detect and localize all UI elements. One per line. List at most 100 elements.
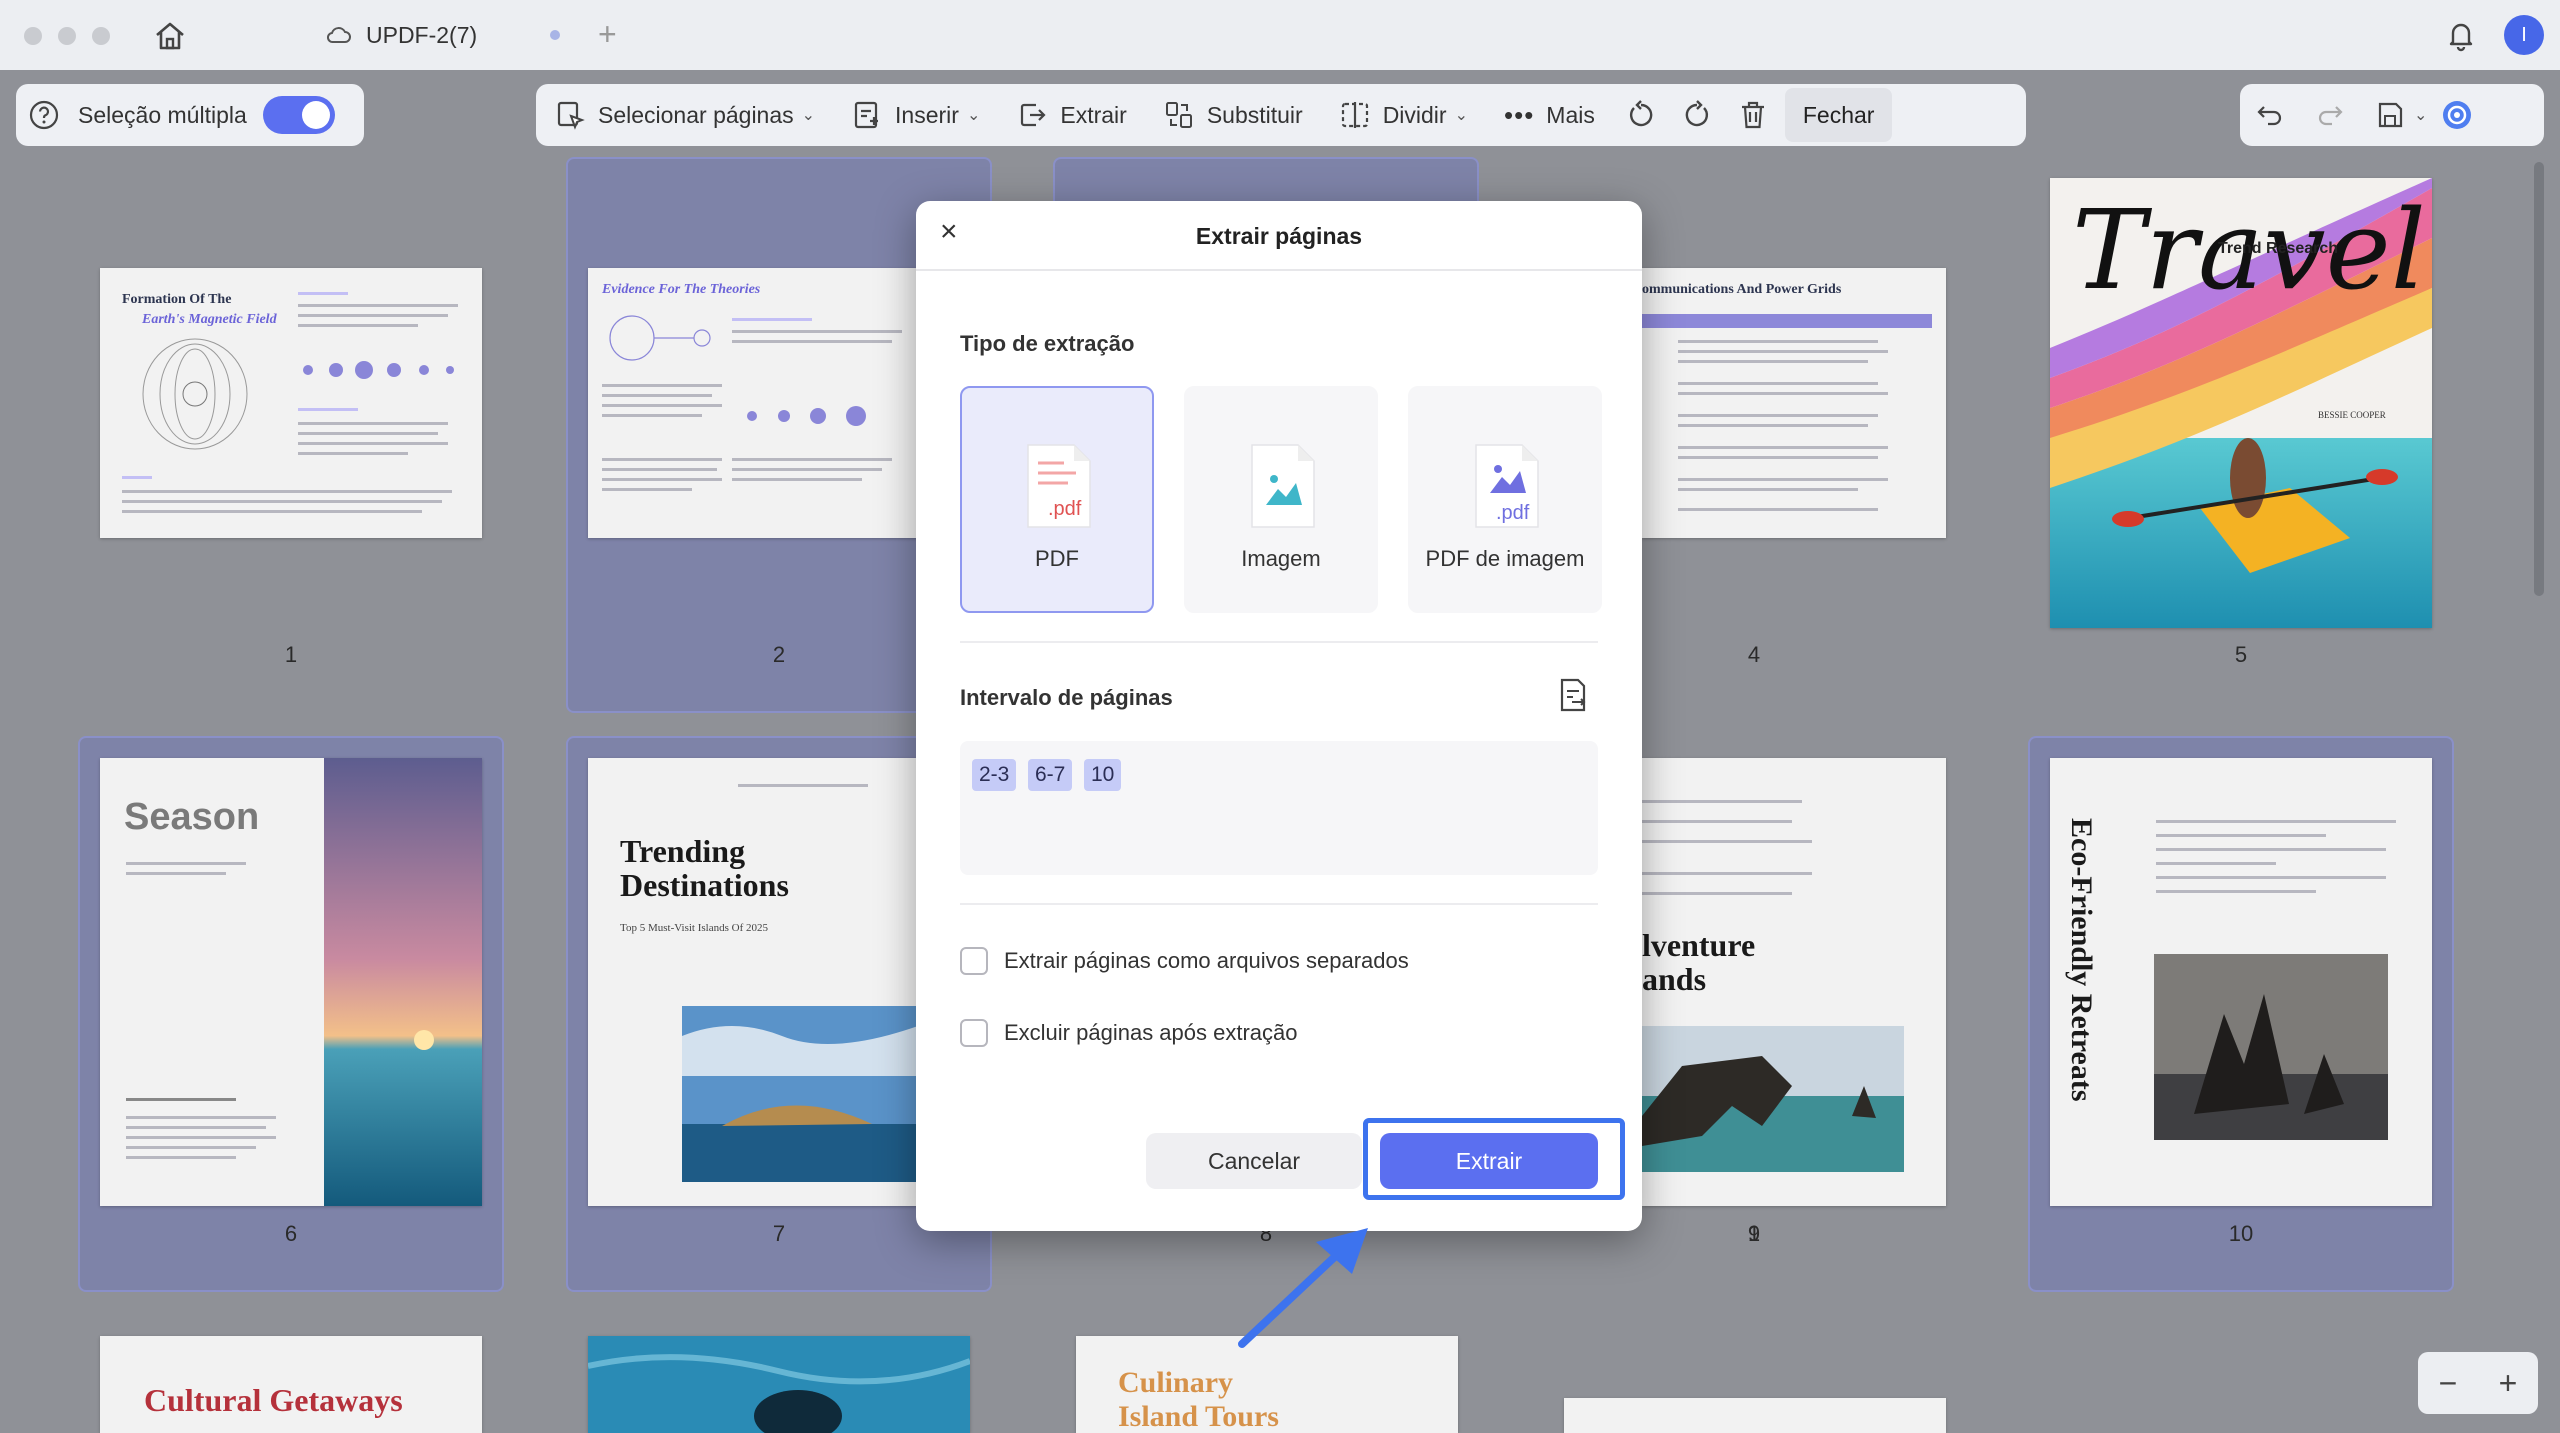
- more-dots-icon: •••: [1503, 99, 1535, 130]
- notification-bell-icon[interactable]: [2444, 18, 2478, 52]
- island-photo: [682, 1006, 918, 1182]
- page-thumbnail-10[interactable]: Eco-Friendly Retreats: [2050, 758, 2432, 1206]
- rotate-right-icon: [1685, 100, 1708, 127]
- chevron-down-icon: ⌄: [966, 107, 981, 124]
- image-pdf-ext-text: .pdf: [1496, 502, 1530, 524]
- page-5-subtitle: Trend Research: [2218, 240, 2339, 257]
- image-file-icon: [1251, 444, 1315, 528]
- insert-button[interactable]: Inserir ⌄: [833, 84, 998, 146]
- select-pages-button[interactable]: Selecionar páginas ⌄: [536, 84, 833, 146]
- vertical-scrollbar[interactable]: [2534, 162, 2544, 596]
- window-close-button[interactable]: [24, 27, 42, 45]
- page-7-title-2: Destinations: [620, 867, 789, 903]
- undo-button[interactable]: [2240, 84, 2300, 146]
- user-avatar[interactable]: I: [2504, 15, 2544, 55]
- page-range-input[interactable]: 2-3 6-7 10: [960, 741, 1598, 875]
- type-option-image[interactable]: Imagem: [1184, 386, 1378, 613]
- trash-icon: [1741, 101, 1764, 129]
- title-bar: UPDF-2(7) + I: [0, 0, 2560, 70]
- page-thumbnail-5[interactable]: Travel Trend Research BESSIE COOPER: [2050, 178, 2432, 628]
- page-2-chart: [747, 406, 866, 426]
- page-range-picker-icon[interactable]: [1554, 677, 1590, 713]
- document-tab[interactable]: UPDF-2(7): [326, 0, 477, 70]
- type-option-pdf[interactable]: .pdf PDF: [960, 386, 1154, 613]
- extraction-type-label: Tipo de extração: [960, 331, 1135, 356]
- insert-icon: [854, 101, 879, 129]
- image-pdf-file-icon: .pdf: [1475, 444, 1539, 528]
- window-minimize-button[interactable]: [58, 27, 76, 45]
- page-number-6: 6: [284, 1221, 298, 1246]
- range-chip[interactable]: 6-7: [1028, 759, 1073, 791]
- delete-button[interactable]: [1725, 84, 1781, 146]
- page-9-title-2: ands: [1642, 961, 1707, 997]
- page-thumbnail-4[interactable]: ommunications And Power Grids: [1642, 268, 1946, 538]
- page-thumbnail-11[interactable]: Cultural Getaways: [100, 1336, 482, 1433]
- home-icon[interactable]: [152, 18, 188, 54]
- multi-select-group: Seleção múltipla: [16, 84, 364, 146]
- replace-icon: [1165, 102, 1192, 128]
- page-thumbnail-13[interactable]: Culinary Island Tours: [1076, 1336, 1458, 1433]
- extract-label: Extrair: [1060, 101, 1127, 128]
- page-5-author: BESSIE COOPER: [2318, 410, 2386, 420]
- page-range-label: Intervalo de páginas: [960, 685, 1173, 710]
- dialog-title: Extrair páginas: [1195, 223, 1363, 249]
- replace-button[interactable]: Substituir: [1145, 84, 1321, 146]
- save-button[interactable]: ⌄: [2360, 84, 2431, 146]
- close-page-mode-button[interactable]: Fechar: [1784, 88, 1893, 142]
- redo-icon: [2318, 106, 2343, 126]
- delete-after-checkbox[interactable]: [960, 1019, 988, 1047]
- pdf-file-icon: .pdf: [1027, 444, 1091, 528]
- more-button[interactable]: ••• Mais: [1486, 84, 1613, 146]
- page-13-title: Culinary: [1118, 1366, 1234, 1399]
- rotate-left-button[interactable]: [1613, 84, 1669, 146]
- page-2-title: Evidence For The Theories: [602, 282, 761, 297]
- multi-select-toggle[interactable]: [262, 96, 335, 134]
- page-thumbnail-7[interactable]: Trending Destinations Top 5 Must-Visit I…: [588, 758, 918, 1206]
- zoom-in-button[interactable]: +: [2499, 1365, 2518, 1402]
- separate-files-checkbox[interactable]: [960, 947, 988, 975]
- page-thumbnail-9[interactable]: lventure ands: [1642, 758, 1946, 1206]
- page-10-title: Eco-Friendly Retreats: [2065, 818, 2098, 1102]
- underwater-photo: [588, 1336, 970, 1433]
- zoom-out-button[interactable]: −: [2439, 1365, 2458, 1402]
- window-zoom-button[interactable]: [92, 27, 110, 45]
- help-button[interactable]: [16, 84, 78, 146]
- split-button[interactable]: Dividir ⌄: [1321, 84, 1486, 146]
- page-number-5: 5: [2234, 642, 2248, 667]
- extract-icon: [1021, 103, 1046, 127]
- page-1-title: Formation Of The: [122, 292, 232, 307]
- new-tab-button[interactable]: +: [598, 16, 617, 53]
- zoom-controls: − +: [2418, 1352, 2538, 1414]
- magnetic-field-diagram: [142, 338, 248, 450]
- dialog-header: × Extrair páginas: [916, 201, 1642, 271]
- page-thumbnail-12[interactable]: [588, 1336, 970, 1433]
- separate-files-option[interactable]: Extrair páginas como arquivos separados: [960, 947, 1409, 975]
- document-tab-title: UPDF-2(7): [366, 21, 478, 48]
- delete-after-option[interactable]: Excluir páginas após extração: [960, 1019, 1298, 1047]
- page-thumbnail-14[interactable]: [1564, 1398, 1946, 1433]
- undo-icon: [2257, 106, 2282, 126]
- type-option-pdf-label: PDF: [1035, 546, 1079, 571]
- extract-button[interactable]: Extrair: [998, 84, 1144, 146]
- redo-button[interactable]: [2300, 84, 2360, 146]
- cancel-button[interactable]: Cancelar: [1146, 1133, 1362, 1189]
- range-chip[interactable]: 10: [1084, 759, 1122, 791]
- insert-label: Inserir: [895, 101, 959, 128]
- page-number-7: 7: [772, 1221, 786, 1246]
- multi-select-label: Seleção múltipla: [78, 101, 247, 128]
- delete-after-label: Excluir páginas após extração: [1004, 1020, 1298, 1045]
- replace-label: Substituir: [1206, 101, 1303, 128]
- ai-assistant-button[interactable]: [2431, 84, 2483, 146]
- page-thumbnail-2[interactable]: Evidence For The Theories: [588, 268, 918, 538]
- type-option-image-label: Imagem: [1241, 546, 1321, 571]
- rotate-right-button[interactable]: [1669, 84, 1725, 146]
- page-thumbnail-6[interactable]: Season: [100, 758, 482, 1206]
- range-chip[interactable]: 2-3: [972, 759, 1017, 791]
- type-option-image-pdf[interactable]: .pdf PDF de imagem: [1408, 386, 1602, 613]
- page-thumbnail-1[interactable]: Formation Of The Earth's Magnetic Field: [100, 268, 482, 538]
- page-number-4: 4: [1747, 642, 1761, 667]
- page-6-title: Season: [124, 796, 260, 838]
- page-number-10: 10: [2228, 1221, 2254, 1246]
- sea-stacks-photo: [2154, 954, 2388, 1140]
- extract-button-highlight: [1363, 1118, 1625, 1200]
